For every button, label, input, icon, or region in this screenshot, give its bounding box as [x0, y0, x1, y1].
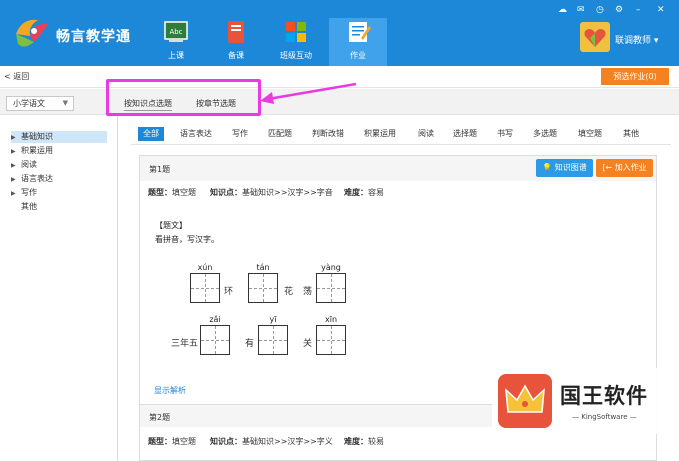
pinyin-label: zǎi — [209, 315, 221, 324]
tian-grid-box[interactable] — [200, 325, 230, 355]
filter-accumulate[interactable]: 积累运用 — [364, 127, 396, 141]
nav-item-label: 上课 — [168, 51, 184, 60]
question-type: 题型：填空题 — [148, 437, 196, 446]
question-difficulty: 难度：容易 — [344, 188, 384, 197]
question-knowledge-point: 知识点：基础知识>>汉字>>字义 — [210, 437, 333, 446]
tian-grid-box[interactable] — [190, 273, 220, 303]
hanzi-char: 花 — [284, 287, 294, 297]
sidebar-item-other[interactable]: 其他 — [11, 201, 37, 213]
expand-arrow-icon: ▶ — [11, 176, 16, 183]
expand-arrow-icon: ▶ — [11, 190, 16, 197]
expand-arrow-icon: ▶ — [11, 162, 16, 169]
sidebar-item-writing[interactable]: ▶ 写作 — [11, 187, 37, 199]
show-analysis-link[interactable]: 显示解析 — [154, 385, 186, 396]
add-icon: [← — [602, 163, 613, 172]
filter-writing[interactable]: 写作 — [232, 127, 248, 141]
app-header: 畅言教学通 Abc 上课 备课 班级互动 作业 ☁ ✉ ◷ ⚙ – ✕ 联调教师… — [0, 0, 679, 66]
sidebar-item-reading[interactable]: ▶ 阅读 — [11, 159, 37, 171]
windows-grid-icon — [286, 22, 306, 42]
filter-reading[interactable]: 阅读 — [418, 127, 434, 141]
crown-logo-icon — [498, 374, 552, 428]
filter-fill-blank[interactable]: 填空题 — [578, 127, 602, 141]
sidebar-item-accumulate[interactable]: ▶ 积累运用 — [11, 145, 53, 157]
cloud-icon[interactable]: ☁ — [558, 5, 567, 15]
chevron-down-icon: ▼ — [62, 99, 68, 107]
watermark-subtitle: — KingSoftware — — [572, 413, 637, 421]
question-difficulty: 难度：较易 — [344, 437, 384, 446]
svg-text:Abc: Abc — [169, 28, 182, 36]
close-icon[interactable]: ✕ — [657, 5, 665, 15]
divider — [131, 144, 671, 145]
back-button[interactable]: < 返回 — [4, 71, 29, 82]
hanzi-prefix: 三年五 — [171, 339, 199, 349]
question-stem: 看拼音，写汉字。 — [155, 235, 219, 244]
heart-avatar-icon — [584, 29, 606, 47]
pinyin-label: yī — [269, 315, 277, 324]
watermark: 国王软件 — KingSoftware — — [492, 368, 662, 434]
tian-grid-box[interactable] — [316, 325, 346, 355]
nav-item-label: 备课 — [228, 51, 244, 60]
filter-choice[interactable]: 选择题 — [453, 127, 477, 141]
tian-grid-box[interactable] — [258, 325, 288, 355]
knowledge-graph-button[interactable]: 💡 知识图谱 — [536, 159, 593, 177]
tian-grid-box[interactable] — [248, 273, 278, 303]
filter-judge[interactable]: 判断改错 — [312, 127, 344, 141]
nav-item-label: 班级互动 — [280, 51, 312, 60]
lightbulb-icon: 💡 — [542, 163, 553, 172]
question-number: 第2题 — [149, 413, 171, 422]
subject-select[interactable]: 小学语文 ▼ — [6, 96, 74, 111]
app-brand: 畅言教学通 — [56, 29, 131, 45]
tian-grid-box[interactable] — [316, 273, 346, 303]
nav-item-prepare[interactable]: 备课 — [207, 20, 265, 66]
avatar[interactable] — [580, 22, 610, 52]
minimize-icon[interactable]: – — [636, 5, 641, 15]
expand-arrow-icon: ▶ — [11, 148, 16, 155]
question-number: 第1题 — [149, 165, 171, 174]
question-type: 题型：填空题 — [148, 188, 196, 197]
filter-handwriting[interactable]: 书写 — [497, 127, 513, 141]
clock-icon[interactable]: ◷ — [596, 5, 604, 15]
annotation-arrow-icon — [260, 82, 357, 104]
add-to-homework-button[interactable]: [← 加入作业 — [596, 159, 653, 177]
username[interactable]: 联调教师 ▾ — [615, 33, 658, 46]
expand-arrow-icon: ▶ — [11, 134, 16, 141]
hanzi-char: 环 — [224, 287, 234, 297]
blackboard-icon: Abc — [164, 21, 188, 42]
chevron-left-icon: < — [4, 72, 14, 81]
pinyin-label: xīn — [324, 315, 338, 324]
filter-multi-choice[interactable]: 多选题 — [533, 127, 557, 141]
nav-item-homework[interactable]: 作业 — [329, 18, 387, 66]
filter-expression[interactable]: 语言表达 — [180, 127, 212, 141]
homework-icon — [349, 22, 371, 42]
hanzi-char: 有 — [245, 339, 255, 349]
sidebar-item-basic[interactable]: ▶ 基础知识 — [11, 131, 107, 143]
hanzi-char: 关 — [303, 339, 313, 349]
filter-all[interactable]: 全部 — [138, 127, 164, 141]
nav-item-interact[interactable]: 班级互动 — [267, 20, 325, 66]
mail-icon[interactable]: ✉ — [577, 5, 585, 15]
pinyin-label: tán — [256, 263, 270, 272]
nav-item-label: 作业 — [350, 51, 366, 60]
book-icon — [228, 21, 244, 43]
watermark-title: 国王软件 — [560, 383, 648, 408]
annotation-highlight-box — [106, 79, 261, 116]
question-knowledge-point: 知识点：基础知识>>汉字>>字音 — [210, 188, 333, 197]
filter-other[interactable]: 其他 — [623, 127, 639, 141]
sidebar-item-expression[interactable]: ▶ 语言表达 — [11, 173, 53, 185]
question-stem-tag: 【题文】 — [155, 221, 187, 230]
nav-item-class[interactable]: Abc 上课 — [147, 20, 205, 66]
preview-homework-button[interactable]: 预选作业(0) — [601, 68, 669, 85]
settings-icon[interactable]: ⚙ — [615, 5, 623, 15]
pinyin-label: yàng — [321, 263, 341, 272]
app-logo-icon — [16, 19, 48, 47]
pinyin-label: xún — [197, 263, 213, 272]
filter-matching[interactable]: 匹配题 — [268, 127, 292, 141]
hanzi-char: 荡 — [303, 287, 313, 297]
